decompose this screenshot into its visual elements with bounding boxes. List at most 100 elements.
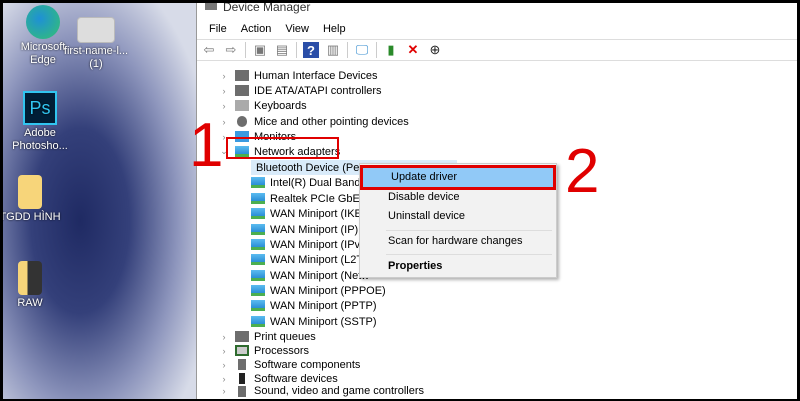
menu-action[interactable]: Action [234,23,279,35]
back-icon[interactable]: ⇦ [201,42,217,58]
chevron-right-icon[interactable]: › [219,86,229,96]
divider [347,42,348,58]
folder-icon [18,175,42,209]
menu-help[interactable]: Help [316,23,353,35]
properties-icon[interactable]: ▤ [274,42,290,58]
forward-icon[interactable]: ⇨ [223,42,239,58]
tree-item-processors[interactable]: › Processors [219,343,310,358]
toolbar: ⇦ ⇨ ▣ ▤ ? ▥ 🖵 ▮ ✕ ⊕ [197,39,797,61]
divider [296,42,297,58]
chevron-right-icon[interactable]: › [219,332,229,342]
desktop-icon-folder-tgdd[interactable]: TGDD HÌNH [3,175,65,224]
software-device-icon [239,373,245,384]
divider [376,42,377,58]
menu-item-scan-hardware[interactable]: Scan for hardware changes [360,232,556,251]
menu-item-properties[interactable]: Properties [360,257,556,276]
help-icon[interactable]: ? [303,42,319,58]
tree-label: Processors [254,344,310,357]
tree-item-keyboards[interactable]: › Keyboards [219,98,307,113]
update-driver-icon[interactable]: ▮ [383,42,399,58]
network-adapter-icon [251,285,265,296]
tree-label: Software devices [254,372,338,385]
network-adapter-icon [251,316,265,327]
icon-label: Microsoft Edge [20,41,66,66]
desktop-icon-photoshop[interactable]: Ps Adobe Photosho... [5,91,75,153]
tree-label: Software components [254,358,361,371]
scan-hardware-icon[interactable]: 🖵 [354,42,370,58]
tree-label: Mice and other pointing devices [254,115,409,128]
menu-view[interactable]: View [278,23,316,35]
adapter-item[interactable]: WAN Miniport (L2TP) [251,252,374,267]
action-pane-icon[interactable]: ▥ [325,42,341,58]
chevron-right-icon[interactable]: › [219,374,229,384]
software-component-icon [238,359,246,370]
tree-item-hid[interactable]: › Human Interface Devices [219,68,378,83]
tree-label: WAN Miniport (Netw [270,269,370,282]
tree-label: WAN Miniport (IKEv2 [270,207,374,220]
window-title: Device Manager [223,3,311,14]
adapter-item[interactable]: WAN Miniport (IP) [251,222,358,237]
adapter-item[interactable]: WAN Miniport (Netw [251,268,369,283]
menu-file[interactable]: File [202,23,234,35]
context-menu: Update driver Disable device Uninstall d… [359,163,557,278]
tree-item-print-queues[interactable]: › Print queues [219,329,316,344]
desktop: Microsoft Edge first-name-l... (1) Ps Ado… [3,3,196,399]
chevron-right-icon[interactable]: › [219,386,229,396]
speaker-icon [238,385,246,397]
network-adapter-icon [251,239,265,250]
menu-separator [386,254,552,255]
tree-label: IDE ATA/ATAPI controllers [254,84,382,97]
adapter-item[interactable]: WAN Miniport (IPv6) [251,237,370,252]
processor-icon [235,345,249,356]
adapter-item[interactable]: WAN Miniport (SSTP) [251,314,377,329]
menu-item-update-driver[interactable]: Update driver [360,165,556,190]
show-hide-console-tree-icon[interactable]: ▣ [252,42,268,58]
chevron-right-icon[interactable]: › [219,101,229,111]
desktop-icon-folder-raw[interactable]: RAW [3,261,65,310]
network-adapter-icon [251,224,265,235]
tree-item-software-components[interactable]: › Software components [219,357,361,372]
printer-icon [235,331,249,342]
mouse-icon [237,116,247,127]
divider [245,42,246,58]
desktop-icon-file[interactable]: first-name-l... (1) [61,17,131,71]
chevron-right-icon[interactable]: › [219,71,229,81]
network-adapter-icon [251,300,265,311]
tree-label: WAN Miniport (SSTP) [270,315,377,328]
tree-item-sound[interactable]: › Sound, video and game controllers [219,384,425,398]
tree-label: WAN Miniport (PPTP) [270,299,377,312]
step-number-2: 2 [565,137,600,206]
tree-item-mice[interactable]: › Mice and other pointing devices [219,114,409,129]
network-adapter-icon [251,254,265,265]
disable-icon[interactable]: ⊕ [427,42,443,58]
network-adapter-icon [251,208,265,219]
adapter-item[interactable]: WAN Miniport (IKEv2 [251,206,374,221]
chevron-right-icon[interactable]: › [219,360,229,370]
keyboard-icon [235,100,249,111]
icon-label: RAW [17,297,43,309]
chevron-right-icon[interactable]: › [219,346,229,356]
menu-item-uninstall-device[interactable]: Uninstall device [360,207,556,226]
menu-separator [386,230,552,231]
menu-item-disable-device[interactable]: Disable device [360,188,556,207]
tree-label: WAN Miniport (IPv6) [270,238,370,251]
image-file-icon [77,17,115,43]
tree-label: Keyboards [254,99,307,112]
step-number-1: 1 [189,111,224,180]
ide-controller-icon [235,85,249,96]
tree-label: WAN Miniport (IP) [270,223,359,236]
device-manager-icon [205,3,217,10]
tree-item-ide[interactable]: › IDE ATA/ATAPI controllers [219,83,382,98]
folder-icon [18,261,42,295]
network-adapter-icon [251,177,265,188]
adapter-item[interactable]: WAN Miniport (PPTP) [251,298,377,313]
adapter-item[interactable]: Intel(R) Dual Band W [251,175,374,190]
icon-label: first-name-l... (1) [63,45,129,70]
network-adapter-icon [251,270,265,281]
tree-label: Print queues [254,330,316,343]
uninstall-icon[interactable]: ✕ [405,42,421,58]
highlight-network-adapters [226,137,339,159]
tree-label: WAN Miniport (PPPOE) [270,284,386,297]
adapter-item[interactable]: WAN Miniport (PPPOE) [251,283,386,298]
tree-label: Human Interface Devices [254,69,378,82]
